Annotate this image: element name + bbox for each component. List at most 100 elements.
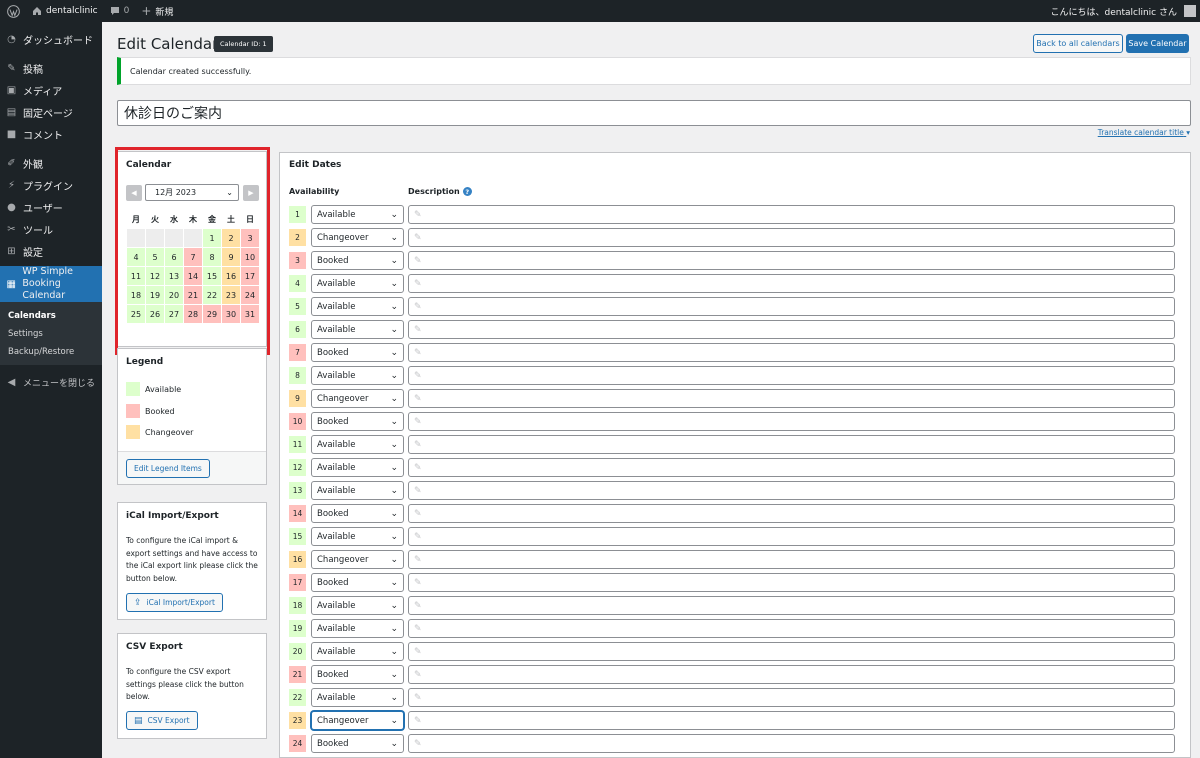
availability-select[interactable]: Booked ⌄ (311, 251, 404, 270)
description-input[interactable]: ✎ (408, 251, 1175, 270)
availability-select[interactable]: Changeover ⌄ (311, 711, 404, 730)
availability-select[interactable]: Available ⌄ (311, 527, 404, 546)
description-input[interactable]: ✎ (408, 642, 1175, 661)
date-row: 13 Available ⌄ ✎ (289, 481, 1175, 500)
description-input[interactable]: ✎ (408, 458, 1175, 477)
sidebar-item-tools[interactable]: ✂ ツール (0, 218, 102, 240)
sidebar-item-media[interactable]: ▣ メディア (0, 79, 102, 101)
availability-select-value: Available (317, 646, 356, 657)
availability-select[interactable]: Booked ⌄ (311, 573, 404, 592)
availability-select[interactable]: Available ⌄ (311, 688, 404, 707)
sidebar-item-comments[interactable]: ■ コメント (0, 123, 102, 145)
legend-label: Changeover (145, 427, 194, 437)
description-input[interactable]: ✎ (408, 412, 1175, 431)
highlight-box (115, 147, 270, 355)
availability-select[interactable]: Available ⌄ (311, 619, 404, 638)
submenu-calendars[interactable]: Calendars (0, 307, 102, 325)
description-input[interactable]: ✎ (408, 343, 1175, 362)
description-input[interactable]: ✎ (408, 366, 1175, 385)
description-input[interactable]: ✎ (408, 481, 1175, 500)
submenu-backup-restore[interactable]: Backup/Restore (0, 343, 102, 361)
site-name: dentalclinic (46, 6, 98, 16)
date-number: 18 (289, 597, 306, 614)
submenu-settings[interactable]: Settings (0, 325, 102, 343)
date-row: 22 Available ⌄ ✎ (289, 688, 1175, 707)
date-row: 16 Changeover ⌄ ✎ (289, 550, 1175, 569)
availability-select-value: Booked (317, 255, 349, 266)
ical-import-export-button[interactable]: ⇪ iCal Import/Export (126, 593, 223, 612)
availability-select[interactable]: Changeover ⌄ (311, 389, 404, 408)
sidebar-item-plugins[interactable]: ⚡ プラグイン (0, 174, 102, 196)
description-input[interactable]: ✎ (408, 274, 1175, 293)
description-input[interactable]: ✎ (408, 205, 1175, 224)
description-input[interactable]: ✎ (408, 665, 1175, 684)
availability-select[interactable]: Booked ⌄ (311, 504, 404, 523)
comments-link[interactable]: 0 (104, 0, 136, 22)
calendar-title-input[interactable]: 休診日のご案内 (117, 100, 1191, 126)
chevron-down-icon: ⌄ (390, 278, 398, 289)
description-input[interactable]: ✎ (408, 527, 1175, 546)
availability-select[interactable]: Booked ⌄ (311, 343, 404, 362)
description-input[interactable]: ✎ (408, 504, 1175, 523)
availability-select[interactable]: Booked ⌄ (311, 412, 404, 431)
availability-select[interactable]: Booked ⌄ (311, 665, 404, 684)
description-input[interactable]: ✎ (408, 688, 1175, 707)
sidebar-item-posts[interactable]: ✎ 投稿 (0, 57, 102, 79)
collapse-menu-button[interactable]: ◀ メニューを閉じる (0, 371, 102, 393)
description-input[interactable]: ✎ (408, 320, 1175, 339)
availability-select[interactable]: Changeover ⌄ (311, 550, 404, 569)
description-input[interactable]: ✎ (408, 228, 1175, 247)
sidebar-item-appearance[interactable]: ✐ 外観 (0, 152, 102, 174)
pencil-icon: ✎ (414, 278, 422, 289)
availability-select[interactable]: Available ⌄ (311, 596, 404, 615)
help-icon[interactable]: ? (462, 187, 472, 196)
description-input[interactable]: ✎ (408, 435, 1175, 454)
description-input[interactable]: ✎ (408, 619, 1175, 638)
chevron-down-icon: ⌄ (390, 485, 398, 496)
availability-select[interactable]: Available ⌄ (311, 481, 404, 500)
availability-select[interactable]: Booked ⌄ (311, 734, 404, 753)
translate-calendar-title-link[interactable]: Translate calendar title ▾ (1098, 128, 1190, 137)
sidebar-item-dashboard[interactable]: ◔ ダッシュボード (0, 28, 102, 50)
my-account-link[interactable]: こんにちは、dentalclinic さん (1045, 0, 1200, 22)
description-input[interactable]: ✎ (408, 550, 1175, 569)
availability-select[interactable]: Changeover ⌄ (311, 228, 404, 247)
availability-select[interactable]: Available ⌄ (311, 274, 404, 293)
description-input[interactable]: ✎ (408, 734, 1175, 753)
availability-select[interactable]: Available ⌄ (311, 435, 404, 454)
sidebar-item-wp-simple-booking-calendar[interactable]: ▦ WP Simple Booking Calendar (0, 266, 102, 302)
sidebar-item-label: メディア (23, 86, 63, 98)
csv-button-label: CSV Export (147, 716, 190, 725)
legend-swatch-available (126, 382, 140, 396)
pencil-icon: ✎ (414, 301, 422, 312)
site-name-link[interactable]: dentalclinic (26, 0, 104, 22)
legend-swatch-booked (126, 404, 140, 418)
page-title: Edit Calendar (117, 35, 219, 53)
edit-legend-items-button[interactable]: Edit Legend Items (126, 459, 210, 478)
save-calendar-button[interactable]: Save Calendar (1126, 34, 1189, 53)
description-input[interactable]: ✎ (408, 596, 1175, 615)
wordpress-logo-icon[interactable] (0, 0, 26, 22)
description-input[interactable]: ✎ (408, 297, 1175, 316)
sidebar-item-users[interactable]: ● ユーザー (0, 196, 102, 218)
availability-select[interactable]: Available ⌄ (311, 320, 404, 339)
caret-down-icon: ▾ (1186, 128, 1190, 137)
csv-export-button[interactable]: ▤ CSV Export (126, 711, 198, 730)
pencil-icon: ✎ (414, 393, 422, 404)
chevron-down-icon: ⌄ (390, 692, 398, 703)
availability-select[interactable]: Available ⌄ (311, 366, 404, 385)
description-input[interactable]: ✎ (408, 573, 1175, 592)
description-input[interactable]: ✎ (408, 389, 1175, 408)
availability-select[interactable]: Available ⌄ (311, 205, 404, 224)
sidebar-item-settings[interactable]: ⊞ 設定 (0, 240, 102, 262)
description-input[interactable]: ✎ (408, 711, 1175, 730)
sidebar-submenu: Calendars Settings Backup/Restore (0, 302, 102, 365)
back-to-all-calendars-button[interactable]: Back to all calendars (1033, 34, 1123, 53)
new-content-link[interactable]: + 新規 (135, 0, 179, 22)
availability-select[interactable]: Available ⌄ (311, 297, 404, 316)
availability-select[interactable]: Available ⌄ (311, 642, 404, 661)
collapse-icon: ◀ (7, 376, 16, 388)
sidebar-item-pages[interactable]: ▤ 固定ページ (0, 101, 102, 123)
date-number: 4 (289, 275, 306, 292)
availability-select[interactable]: Available ⌄ (311, 458, 404, 477)
